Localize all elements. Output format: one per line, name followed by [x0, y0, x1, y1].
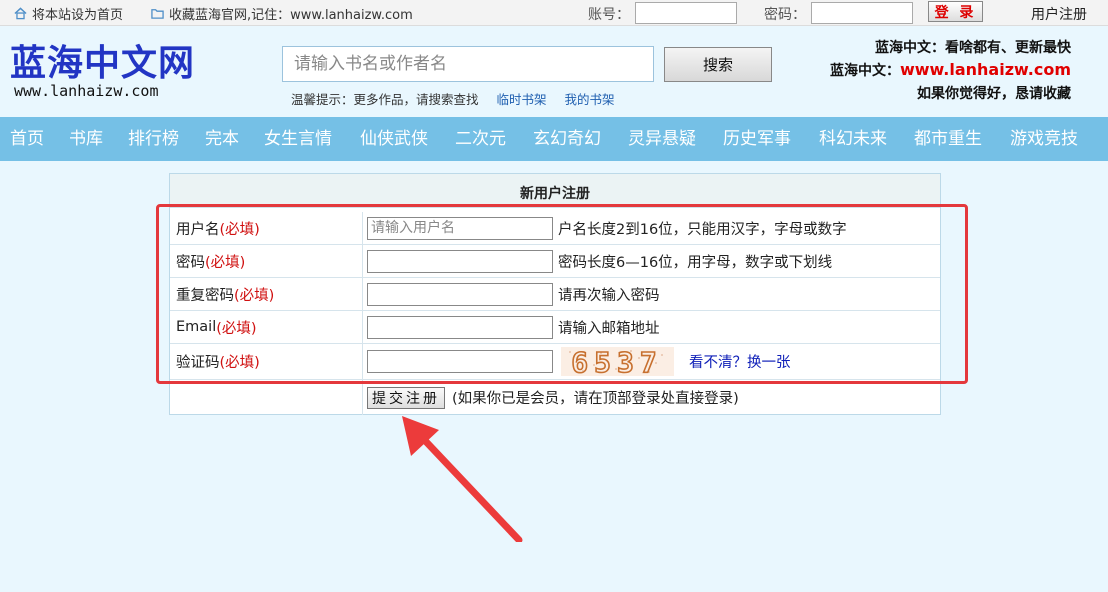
nav-supernatural[interactable]: 灵异悬疑: [628, 117, 723, 161]
set-home-link[interactable]: 将本站设为首页: [14, 4, 123, 23]
tip-text: 温馨提示：更多作品，请搜索查找: [291, 92, 479, 107]
main-nav: 首页 书库 排行榜 完本 女生言情 仙侠武侠 二次元 玄幻奇幻 灵异悬疑 历史军…: [0, 117, 1108, 161]
nav-acg[interactable]: 二次元: [455, 117, 533, 161]
login-button[interactable]: 登 录: [928, 1, 983, 22]
submit-button[interactable]: 提交注册: [367, 386, 445, 409]
slogan-line-3: 如果你觉得好，恳请收藏: [917, 86, 1071, 102]
nav-urban[interactable]: 都市重生: [914, 117, 1010, 161]
home-icon: [14, 7, 27, 20]
site-logo[interactable]: 蓝海中文网: [10, 34, 195, 86]
nav-library[interactable]: 书库: [69, 117, 128, 161]
account-label: 账号：: [588, 7, 630, 23]
highlight-box: [156, 204, 968, 384]
search-tips: 温馨提示：更多作品，请搜索查找 临时书架 我的书架: [291, 89, 615, 108]
account-input[interactable]: [635, 2, 737, 24]
nav-scifi[interactable]: 科幻未来: [819, 117, 914, 161]
search-input[interactable]: [282, 46, 654, 82]
slogan-line-1: 蓝海中文：看啥都有、更新最快: [875, 40, 1071, 56]
folder-icon: [151, 9, 164, 19]
logo-url: www.lanhaizw.com: [14, 82, 159, 100]
top-bar: 将本站设为首页 收藏蓝海官网,记住：www.lanhaizw.com 账号： 密…: [0, 0, 1108, 26]
submit-row: 提交注册 (如果你已是会员，请在顶部登录处直接登录): [170, 380, 940, 415]
form-title: 新用户注册: [170, 174, 940, 208]
nav-home[interactable]: 首页: [0, 117, 69, 161]
nav-games[interactable]: 游戏竞技: [1010, 117, 1105, 161]
nav-xianxia[interactable]: 仙侠武侠: [360, 117, 455, 161]
password-label: 密码：: [764, 7, 806, 23]
nav-romance[interactable]: 女生言情: [264, 117, 360, 161]
my-shelf-link[interactable]: 我的书架: [565, 89, 615, 108]
nav-completed[interactable]: 完本: [205, 117, 264, 161]
search-button[interactable]: 搜索: [664, 47, 772, 82]
red-arrow-annotation: [402, 416, 523, 542]
password-input[interactable]: [811, 2, 913, 24]
bookmark-link[interactable]: 收藏蓝海官网,记住：www.lanhaizw.com: [151, 4, 413, 23]
temp-shelf-link[interactable]: 临时书架: [497, 89, 547, 108]
slogan-line-2: 蓝海中文：www.lanhaizw.com: [829, 60, 1071, 79]
nav-ranking[interactable]: 排行榜: [128, 117, 205, 161]
nav-fantasy[interactable]: 玄幻奇幻: [533, 117, 628, 161]
slogan-url[interactable]: www.lanhaizw.com: [900, 60, 1071, 79]
submit-note: (如果你已是会员，请在顶部登录处直接登录): [452, 391, 739, 407]
register-link[interactable]: 用户注册: [1031, 4, 1087, 24]
nav-history[interactable]: 历史军事: [723, 117, 819, 161]
